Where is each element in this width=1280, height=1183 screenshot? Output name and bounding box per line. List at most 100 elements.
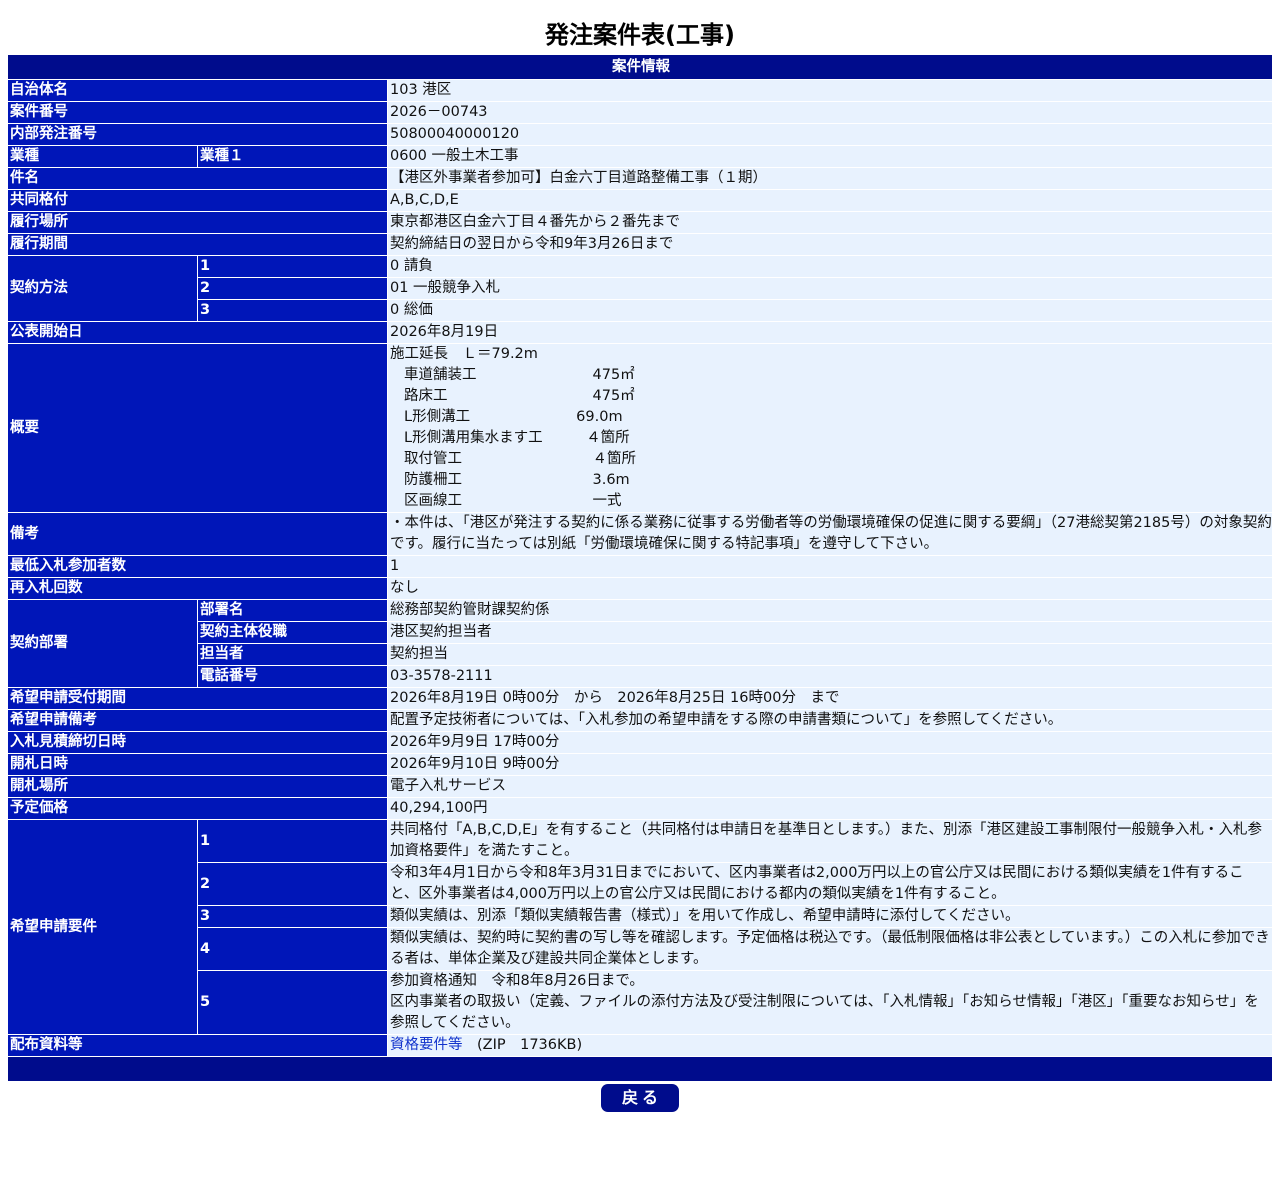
section-header: 案件情報 [8, 55, 1272, 79]
label-rebid-count: 再入札回数 [8, 578, 387, 599]
value-requirement-1: 共同格付「A,B,C,D,E」を有すること（共同格付は申請日を基準日とします。）… [388, 820, 1272, 862]
label-planned-price: 予定価格 [8, 798, 387, 819]
summary-line: 車道舗装工 475㎡ [404, 367, 635, 383]
value-min-bidders: 1 [388, 556, 1272, 577]
sublabel-industry: 業種１ [198, 146, 387, 167]
case-info-table: 案件情報 自治体名 103 港区 案件番号 2026－00743 内部発注番号 … [7, 54, 1273, 1082]
value-period: 契約締結日の翌日から令和9年3月26日まで [388, 234, 1272, 255]
row-municipality: 自治体名 103 港区 [8, 80, 1272, 101]
back-button[interactable]: 戻る [601, 1084, 679, 1112]
requirement-text: 共同格付「A,B,C,D,E」を有すること（共同格付は申請日を基準日とします。）… [390, 822, 1263, 859]
label-opening-datetime: 開札日時 [8, 754, 387, 775]
row-application-period: 希望申請受付期間 2026年8月19日 0時00分 から 2026年8月25日 … [8, 688, 1272, 709]
value-distribution: 資格要件等 (ZIP 1736KB) [388, 1035, 1272, 1056]
label-summary: 概要 [8, 344, 387, 512]
row-period: 履行期間 契約締結日の翌日から令和9年3月26日まで [8, 234, 1272, 255]
row-industry: 業種 業種１ 0600 一般土木工事 [8, 146, 1272, 167]
row-case-number: 案件番号 2026－00743 [8, 102, 1272, 123]
label-contract-method: 契約方法 [8, 256, 197, 321]
sublabel-requirement-5: 5 [198, 971, 387, 1034]
label-distribution: 配布資料等 [8, 1035, 387, 1056]
value-contract-method-2: 01 一般競争入札 [388, 278, 1272, 299]
value-joint-rating: A,B,C,D,E [388, 190, 1272, 211]
sublabel-requirement-4: 4 [198, 928, 387, 970]
value-application-remarks: 配置予定技術者については、「入札参加の希望申請をする際の申請書類について」を参照… [388, 710, 1272, 731]
label-application-remarks: 希望申請備考 [8, 710, 387, 731]
value-remarks: ・本件は、「港区が発注する契約に係る業務に従事する労働者等の労働環境確保の促進に… [388, 513, 1272, 555]
value-municipality: 103 港区 [388, 80, 1272, 101]
sublabel-dept-name: 部署名 [198, 600, 387, 621]
download-link[interactable]: 資格要件等 [390, 1037, 463, 1053]
summary-line: 取付管工 ４箇所 [404, 451, 636, 467]
row-requirement-5: 5 参加資格通知 令和8年8月26日まで。 区内事業者の取扱い（定義、ファイルの… [8, 971, 1272, 1034]
row-remarks: 備考 ・本件は、「港区が発注する契約に係る業務に従事する労働者等の労働環境確保の… [8, 513, 1272, 555]
value-location: 東京都港区白金六丁目４番先から２番先まで [388, 212, 1272, 233]
row-distribution: 配布資料等 資格要件等 (ZIP 1736KB) [8, 1035, 1272, 1056]
row-application-remarks: 希望申請備考 配置予定技術者については、「入札参加の希望申請をする際の申請書類に… [8, 710, 1272, 731]
label-municipality: 自治体名 [8, 80, 387, 101]
row-contract-dept-2: 契約主体役職 港区契約担当者 [8, 622, 1272, 643]
label-industry: 業種 [8, 146, 197, 167]
value-application-period: 2026年8月19日 0時00分 から 2026年8月25日 16時00分 まで [388, 688, 1272, 709]
value-opening-datetime: 2026年9月10日 9時00分 [388, 754, 1272, 775]
requirement-text: 類似実績は、契約時に契約書の写し等を確認します。予定価格は税込です。（最低制限価… [390, 930, 1270, 967]
page-title: 発注案件表(工事) [545, 21, 735, 49]
label-opening-place: 開札場所 [8, 776, 387, 797]
value-requirement-2: 令和3年4月1日から令和8年3月31日までにおいて、区内事業者は2,000万円以… [388, 863, 1272, 905]
sublabel-contract-method-2: 2 [198, 278, 387, 299]
value-planned-price: 40,294,100円 [388, 798, 1272, 819]
row-rebid-count: 再入札回数 なし [8, 578, 1272, 599]
row-contract-method-1: 契約方法 1 0 請負 [8, 256, 1272, 321]
value-opening-place: 電子入札サービス [388, 776, 1272, 797]
value-requirement-4: 類似実績は、契約時に契約書の写し等を確認します。予定価格は税込です。（最低制限価… [388, 928, 1272, 970]
value-dept-name: 総務部契約管財課契約係 [388, 600, 1272, 621]
label-joint-rating: 共同格付 [8, 190, 387, 211]
value-industry: 0600 一般土木工事 [388, 146, 1272, 167]
row-contract-dept-1: 契約部署 部署名 総務部契約管財課契約係 [8, 600, 1272, 687]
row-opening-datetime: 開札日時 2026年9月10日 9時00分 [8, 754, 1272, 775]
requirement-text: 区内事業者の取扱い（定義、ファイルの添付方法及び受注制限については、「入札情報」… [390, 994, 1259, 1031]
row-requirement-4: 4 類似実績は、契約時に契約書の写し等を確認します。予定価格は税込です。（最低制… [8, 928, 1272, 970]
value-summary: 施工延長 Ｌ＝79.2m 車道舗装工 475㎡ 路床工 475㎡ L形側溝工 6… [388, 344, 1272, 512]
sublabel-requirement-2: 2 [198, 863, 387, 905]
value-contract-role: 港区契約担当者 [388, 622, 1272, 643]
sublabel-contract-role: 契約主体役職 [198, 622, 387, 643]
label-bid-deadline: 入札見積締切日時 [8, 732, 387, 753]
value-contract-method-3: 0 総価 [388, 300, 1272, 321]
value-publish-date: 2026年8月19日 [388, 322, 1272, 343]
value-internal-number: 50800040000120 [388, 124, 1272, 145]
value-rebid-count: なし [388, 578, 1272, 599]
row-contract-method-2: 2 01 一般競争入札 [8, 278, 1272, 299]
row-subject: 件名 【港区外事業者参加可】白金六丁目道路整備工事（１期） [8, 168, 1272, 189]
row-location: 履行場所 東京都港区白金六丁目４番先から２番先まで [8, 212, 1272, 233]
row-publish-date: 公表開始日 2026年8月19日 [8, 322, 1272, 343]
row-opening-place: 開札場所 電子入札サービス [8, 776, 1272, 797]
label-requirements: 希望申請要件 [8, 820, 197, 1034]
sublabel-person: 担当者 [198, 644, 387, 665]
sublabel-contract-method-1: 1 [198, 256, 387, 277]
requirement-text: 類似実績は、別添「類似実績報告書（様式）」を用いて作成し、希望申請時に添付してく… [390, 908, 1020, 924]
label-min-bidders: 最低入札参加者数 [8, 556, 387, 577]
label-location: 履行場所 [8, 212, 387, 233]
summary-line: L形側溝工 69.0m [404, 409, 623, 425]
label-publish-date: 公表開始日 [8, 322, 387, 343]
label-subject: 件名 [8, 168, 387, 189]
label-period: 履行期間 [8, 234, 387, 255]
file-size: (ZIP 1736KB) [462, 1037, 583, 1053]
value-bid-deadline: 2026年9月9日 17時00分 [388, 732, 1272, 753]
requirement-text: 令和3年4月1日から令和8年3月31日までにおいて、区内事業者は2,000万円以… [390, 865, 1244, 902]
value-contract-method-1: 0 請負 [388, 256, 1272, 277]
value-subject: 【港区外事業者参加可】白金六丁目道路整備工事（１期） [388, 168, 1272, 189]
row-joint-rating: 共同格付 A,B,C,D,E [8, 190, 1272, 211]
row-requirement-1: 希望申請要件 1 共同格付「A,B,C,D,E」を有すること（共同格付は申請日を… [8, 820, 1272, 1034]
row-requirement-2: 2 令和3年4月1日から令和8年3月31日までにおいて、区内事業者は2,000万… [8, 863, 1272, 905]
row-requirement-3: 3 類似実績は、別添「類似実績報告書（様式）」を用いて作成し、希望申請時に添付し… [8, 906, 1272, 927]
requirement-text: 参加資格通知 令和8年8月26日まで。 [390, 973, 644, 989]
value-phone: 03-3578-2111 [388, 666, 1272, 687]
sublabel-contract-method-3: 3 [198, 300, 387, 321]
footer-bar [8, 1057, 1272, 1081]
summary-line: 防護柵工 3.6m [404, 472, 630, 488]
label-case-number: 案件番号 [8, 102, 387, 123]
table-footer [8, 1057, 1272, 1081]
row-planned-price: 予定価格 40,294,100円 [8, 798, 1272, 819]
